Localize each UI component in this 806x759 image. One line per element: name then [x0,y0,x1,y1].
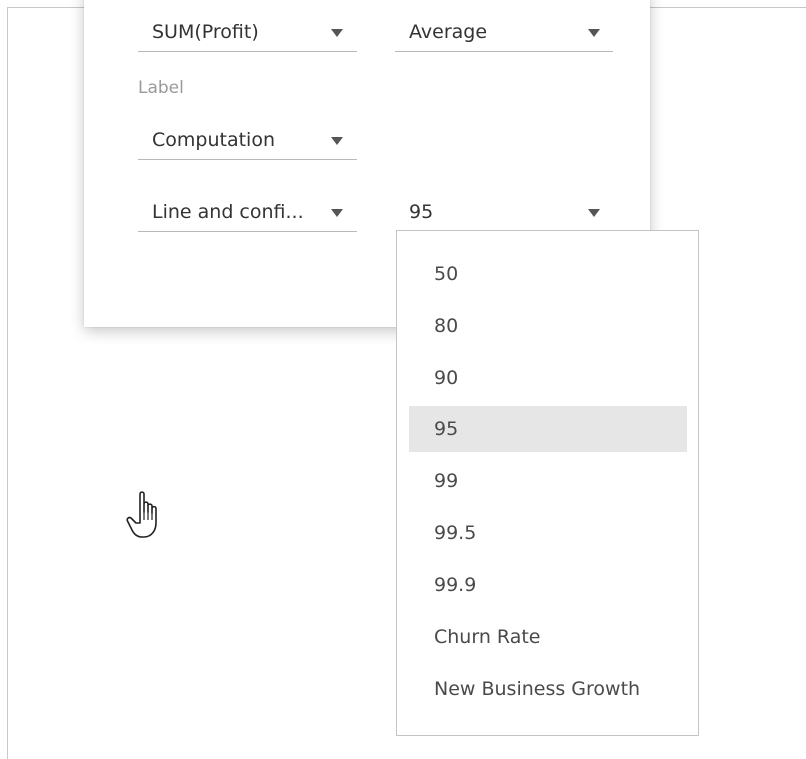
caret-down-icon [588,29,600,37]
caret-down-icon [331,209,343,217]
menu-item-50[interactable]: 50 [409,251,687,297]
caret-down-icon [331,137,343,145]
measure-dropdown[interactable]: SUM(Profit) [138,12,357,52]
label-dropdown[interactable]: Computation [138,120,357,160]
menu-item-95-selected[interactable]: 95 [409,406,687,452]
menu-item-90[interactable]: 90 [409,355,687,401]
menu-item-new-business-growth[interactable]: New Business Growth [409,666,687,712]
menu-item-99[interactable]: 99 [409,458,687,504]
window-border-left [7,7,8,759]
caret-down-icon [588,209,600,217]
menu-item-80[interactable]: 80 [409,303,687,349]
menu-item-99-9[interactable]: 99.9 [409,562,687,608]
caret-down-icon [331,29,343,37]
hand-pointer-icon [126,491,157,538]
line-type-dropdown-value: Line and confi... [152,201,304,223]
menu-item-99-5[interactable]: 99.5 [409,510,687,556]
line-type-dropdown[interactable]: Line and confi... [138,192,357,232]
screen: SUM(Profit) Average Label Computation Li… [0,0,806,759]
confidence-menu: 50 80 90 95 99 99.5 99.9 Churn Rate New … [396,230,699,736]
confidence-dropdown[interactable]: 95 [395,192,613,232]
label-dropdown-value: Computation [152,129,275,151]
measure-dropdown-value: SUM(Profit) [152,21,259,43]
confidence-dropdown-value: 95 [409,201,434,223]
aggregation-dropdown[interactable]: Average [395,12,613,52]
label-heading: Label [138,78,184,98]
aggregation-dropdown-value: Average [409,21,488,43]
menu-item-churn-rate[interactable]: Churn Rate [409,614,687,660]
